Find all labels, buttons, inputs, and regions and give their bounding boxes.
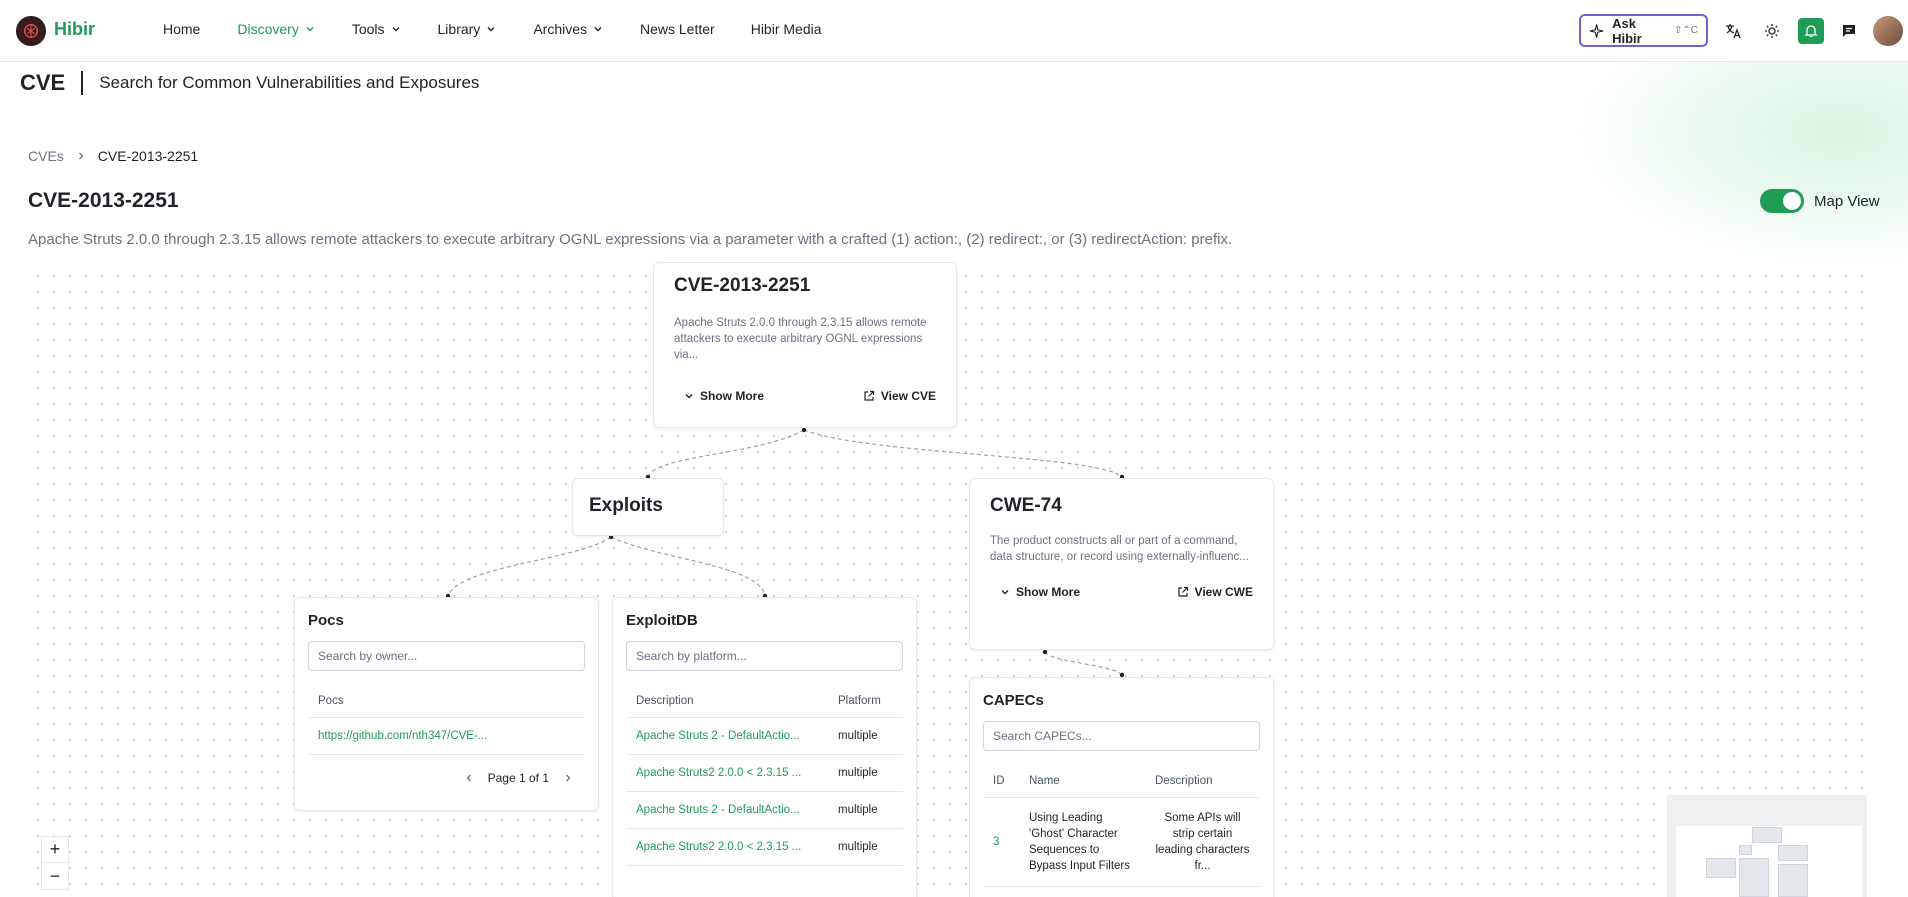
nav-item-library[interactable]: Library [438, 21, 497, 37]
exploit-description-link[interactable]: Apache Struts 2 - DefaultActio... [626, 717, 828, 755]
theme-sun-icon[interactable] [1759, 18, 1785, 44]
nav-item-newsletter[interactable]: News Letter [640, 21, 715, 37]
top-navbar: Hibir Home Discovery Tools Library Archi… [0, 0, 1908, 62]
external-link-icon [864, 390, 874, 401]
chevron-down-icon [594, 27, 602, 32]
column-header-platform: Platform [828, 685, 903, 718]
chevron-down-icon [487, 27, 495, 32]
exploit-platform: multiple [828, 754, 903, 792]
capecs-table: ID Name Description 3 Using Leading 'Gho… [983, 765, 1260, 887]
column-header-description: Description [626, 685, 828, 718]
graph-edges [445, 427, 1125, 678]
prev-page-icon[interactable] [464, 773, 474, 783]
exploits-node-title: Exploits [589, 495, 663, 516]
exploitdb-title: ExploitDB [626, 612, 698, 629]
table-row: Apache Struts2 2.0.0 < 2.3.15 ... multipl… [626, 754, 903, 792]
minimap-viewport [1676, 826, 1862, 897]
minimap-node [1739, 858, 1769, 897]
translate-icon[interactable] [1720, 18, 1746, 44]
exploit-platform: multiple [828, 791, 903, 829]
capecs-card: CAPECs Search CAPECs... ID Name Descript… [969, 677, 1274, 897]
chevron-down-icon [306, 27, 314, 32]
cve-node-summary: Apache Struts 2.0.0 through 2.3.15 allow… [674, 317, 927, 361]
pocs-pagination: Page 1 of 1 [308, 771, 585, 785]
hibir-logo-icon[interactable] [16, 16, 46, 46]
capec-name: Using Leading 'Ghost' Character Sequence… [1019, 797, 1145, 887]
exploit-description-link[interactable]: Apache Struts2 2.0.0 < 2.3.15 ... [626, 754, 828, 792]
notification-bell-icon[interactable] [1798, 18, 1824, 44]
chevron-down-icon [1001, 590, 1009, 595]
sparkle-icon [1589, 23, 1604, 38]
capecs-search-input[interactable]: Search CAPECs... [983, 721, 1260, 751]
cve-node-title: CVE-2013-2251 [674, 275, 811, 296]
nav-item-home[interactable]: Home [163, 21, 200, 37]
cwe-node-summary: The product constructs all or part of a … [990, 535, 1249, 563]
column-header-name: Name [1019, 765, 1145, 798]
cwe-node-title: CWE-74 [990, 495, 1062, 516]
zoom-out-button[interactable]: − [42, 863, 68, 889]
ask-hibir-button[interactable]: Ask Hibir ⇧⌃C [1579, 14, 1708, 47]
column-header-id: ID [983, 765, 1019, 798]
pocs-search-input[interactable]: Search by owner... [308, 641, 585, 671]
cwe-show-more-button[interactable]: Show More [990, 585, 1080, 599]
view-cve-button[interactable]: View CVE [863, 389, 936, 403]
external-link-icon [1177, 586, 1188, 597]
zoom-controls: + − [41, 836, 69, 890]
exploit-platform: multiple [828, 828, 903, 866]
ask-hibir-shortcut: ⇧⌃C [1674, 25, 1698, 36]
nav-item-discovery[interactable]: Discovery [237, 21, 314, 37]
exploitdb-search-input[interactable]: Search by platform... [626, 641, 903, 671]
next-page-icon[interactable] [563, 773, 573, 783]
minimap[interactable] [1667, 795, 1867, 897]
minimap-node [1739, 845, 1752, 855]
user-avatar[interactable] [1873, 16, 1903, 46]
table-row: https://github.com/nth347/CVE-... [308, 717, 585, 755]
page-indicator: Page 1 of 1 [487, 771, 549, 785]
table-row: Apache Struts 2 - DefaultActio... multipl… [626, 791, 903, 829]
chat-icon[interactable] [1836, 18, 1862, 44]
exploit-platform: multiple [828, 717, 903, 755]
minimap-node [1778, 845, 1808, 861]
ask-hibir-label: Ask Hibir [1612, 15, 1642, 46]
pocs-table: Pocs https://github.com/nth347/CVE-... [308, 685, 585, 755]
minimap-node [1752, 827, 1782, 843]
pocs-column-header: Pocs [308, 685, 585, 718]
capec-id-link[interactable]: 3 [983, 797, 1019, 887]
nav-item-hibir-media[interactable]: Hibir Media [751, 21, 822, 37]
minimap-node [1706, 858, 1736, 878]
nav-item-archives[interactable]: Archives [533, 21, 603, 37]
nav-item-tools[interactable]: Tools [352, 21, 401, 37]
minimap-node [1778, 864, 1808, 897]
column-header-description: Description [1145, 765, 1260, 798]
poc-link[interactable]: https://github.com/nth347/CVE-... [308, 717, 585, 755]
table-row: Apache Struts2 2.0.0 < 2.3.15 ... multipl… [626, 828, 903, 866]
cwe-node-card: CWE-74 The product constructs all or par… [969, 478, 1274, 650]
exploit-description-link[interactable]: Apache Struts2 2.0.0 < 2.3.15 ... [626, 828, 828, 866]
main-nav: Home Discovery Tools Library Archives Ne… [163, 21, 822, 37]
zoom-in-button[interactable]: + [42, 837, 68, 863]
table-row: 3 Using Leading 'Ghost' Character Sequen… [983, 797, 1260, 887]
chevron-down-icon [685, 394, 693, 399]
exploits-node-card[interactable]: Exploits [572, 478, 724, 536]
cve-show-more-button[interactable]: Show More [674, 389, 764, 403]
exploitdb-table: Description Platform Apache Struts 2 - D… [626, 685, 903, 866]
view-cwe-button[interactable]: View CWE [1177, 585, 1253, 599]
cve-node-card: CVE-2013-2251 Apache Struts 2.0.0 throug… [653, 262, 957, 428]
chevron-down-icon [392, 27, 400, 32]
pocs-title: Pocs [308, 612, 344, 629]
pocs-card: Pocs Search by owner... Pocs https://git… [294, 597, 599, 811]
capec-description: Some APIs will strip certain leading cha… [1145, 797, 1260, 887]
exploit-description-link[interactable]: Apache Struts 2 - DefaultActio... [626, 791, 828, 829]
table-row: Apache Struts 2 - DefaultActio... multipl… [626, 717, 903, 755]
capecs-title: CAPECs [983, 692, 1044, 709]
exploitdb-card: ExploitDB Search by platform... Descript… [612, 597, 917, 897]
brand-name[interactable]: Hibir [54, 19, 95, 40]
